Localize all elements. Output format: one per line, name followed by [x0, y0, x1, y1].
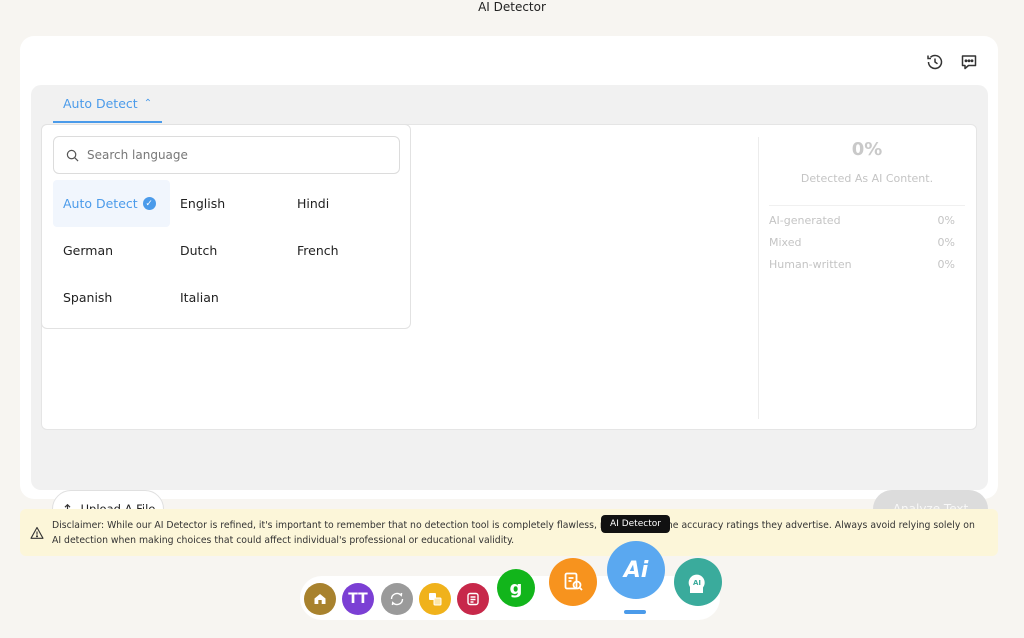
ai-percent: 0%: [851, 139, 883, 160]
search-input[interactable]: [87, 148, 387, 162]
app-title: AI Detector: [478, 0, 546, 14]
stat-label: Human-written: [769, 258, 852, 271]
language-option-label: Dutch: [180, 243, 218, 258]
stat-value: 0%: [937, 258, 955, 271]
language-option-hindi[interactable]: Hindi: [287, 180, 404, 227]
grammar-icon[interactable]: g: [497, 569, 535, 607]
language-option-french[interactable]: French: [287, 227, 404, 274]
search-icon: [66, 149, 79, 161]
stat-value: 0%: [937, 214, 955, 227]
dock-tooltip: AI Detector: [601, 515, 670, 533]
language-option-label: Italian: [180, 290, 219, 305]
warning-icon: [30, 526, 44, 539]
language-option-label: French: [297, 243, 339, 258]
ai-detector-label: Ai: [623, 557, 649, 583]
disclaimer-banner: Disclaimer: While our AI Detector is ref…: [20, 509, 998, 556]
translate-icon[interactable]: [419, 583, 451, 615]
text-size-label: TT: [348, 591, 368, 607]
ai-humanizer-icon[interactable]: AI: [674, 558, 722, 606]
plagiarism-icon[interactable]: [549, 558, 597, 606]
stat-mixed: Mixed 0%: [769, 236, 965, 250]
language-dropdown: Auto Detect ✓ English Hindi German Dutch…: [41, 124, 411, 329]
summarizer-icon[interactable]: [457, 583, 489, 615]
active-tool-indicator: [624, 610, 646, 614]
ai-detector-icon[interactable]: Ai: [607, 541, 665, 599]
stat-human-written: Human-written 0%: [769, 258, 965, 272]
disclaimer-text: Disclaimer: While our AI Detector is ref…: [52, 519, 975, 546]
check-icon: ✓: [142, 197, 156, 210]
stat-value: 0%: [937, 236, 955, 249]
history-icon[interactable]: [925, 52, 945, 72]
chevron-up-icon: ⌃: [143, 97, 153, 109]
ai-humanizer-text: AI: [693, 579, 701, 587]
divider: [769, 205, 965, 206]
language-option-label: German: [63, 243, 114, 258]
language-option-label: Auto Detect: [63, 196, 138, 211]
stat-label: Mixed: [769, 236, 802, 249]
language-option-english[interactable]: English: [170, 180, 287, 227]
divider: [758, 137, 759, 419]
language-option-italian[interactable]: Italian: [170, 274, 287, 321]
language-option-label: Hindi: [297, 196, 330, 211]
language-option-label: English: [180, 196, 226, 211]
language-options: Auto Detect ✓ English Hindi German Dutch…: [53, 180, 404, 321]
hat-icon[interactable]: [304, 583, 336, 615]
language-search[interactable]: [53, 136, 400, 174]
language-option-spanish[interactable]: Spanish: [53, 274, 170, 321]
text-size-icon[interactable]: TT: [342, 583, 374, 615]
result-caption: Detected As AI Content.: [800, 172, 934, 185]
stat-ai-generated: AI-generated 0%: [769, 214, 965, 228]
language-tab[interactable]: Auto Detect ⌃: [53, 85, 163, 123]
grammar-label: g: [509, 577, 523, 599]
language-option-dutch[interactable]: Dutch: [170, 227, 287, 274]
chat-icon[interactable]: [959, 52, 979, 72]
stat-label: AI-generated: [769, 214, 841, 227]
paraphrase-icon[interactable]: [381, 583, 413, 615]
language-tab-label: Auto Detect: [63, 95, 138, 111]
language-option-auto-detect[interactable]: Auto Detect ✓: [53, 180, 170, 227]
result-panel: 0% Detected As AI Content. AI-generated …: [769, 125, 965, 272]
language-option-label: Spanish: [63, 290, 113, 305]
language-option-german[interactable]: German: [53, 227, 170, 274]
